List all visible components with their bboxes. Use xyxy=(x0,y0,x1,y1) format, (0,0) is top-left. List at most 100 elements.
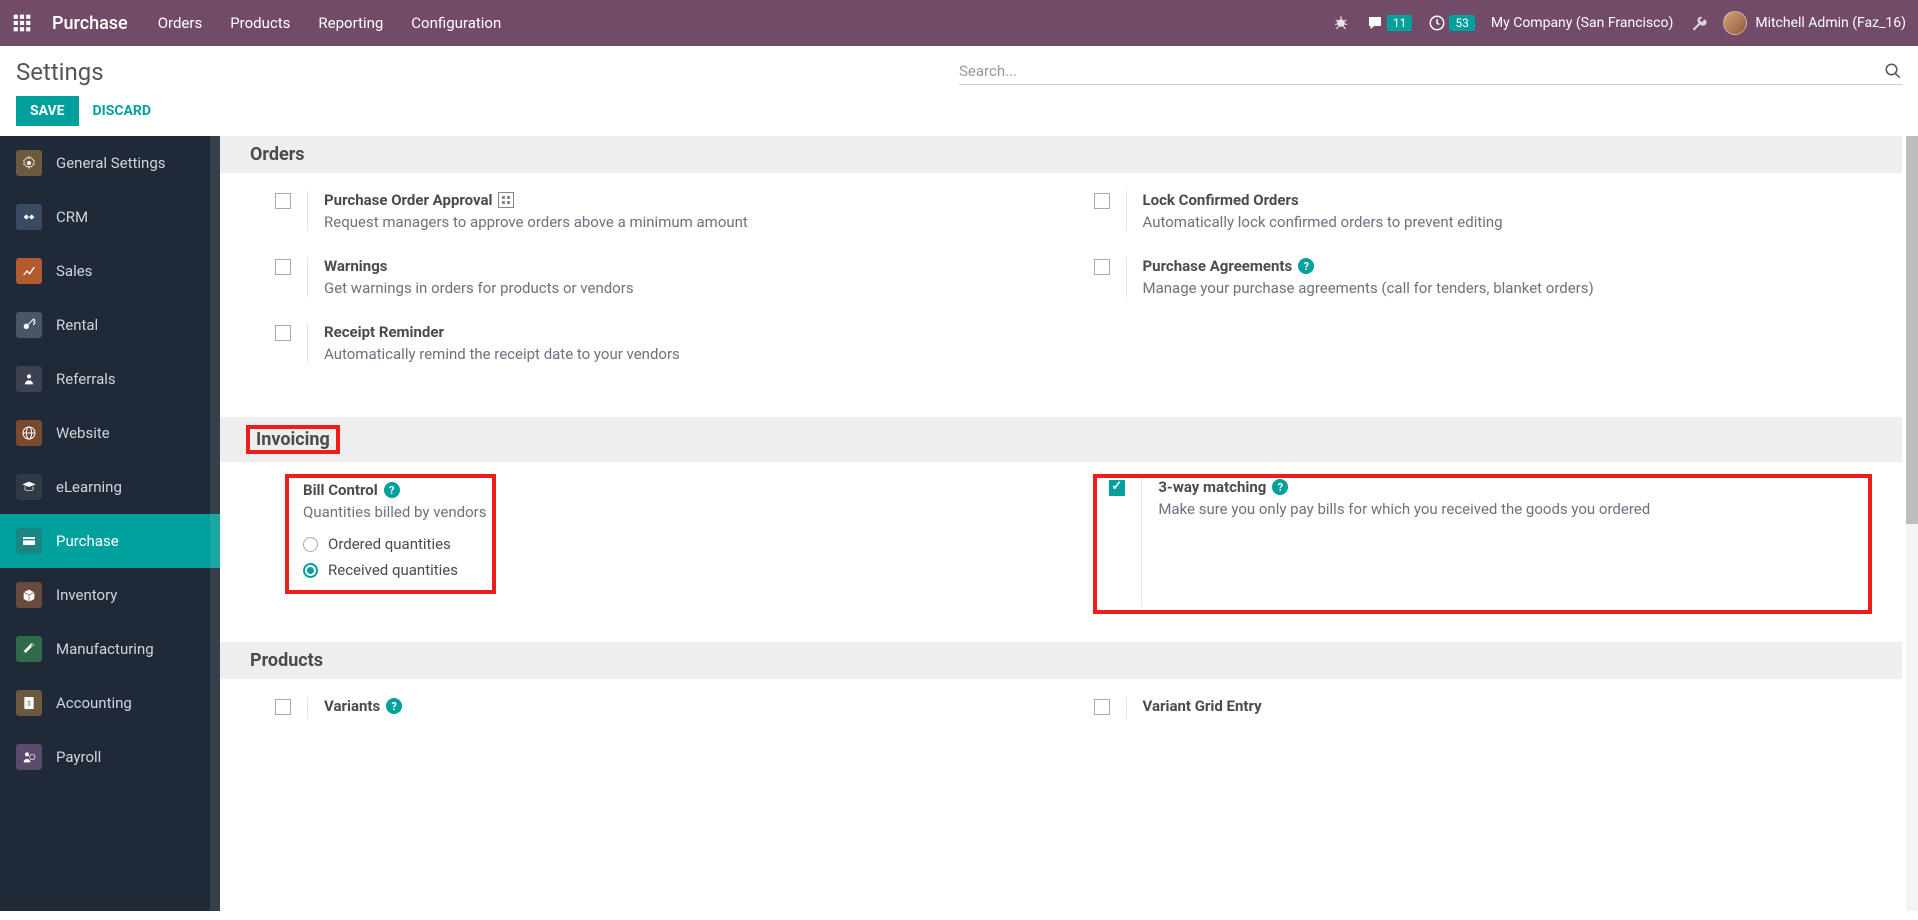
sidebar-item-accounting[interactable]: $ Accounting xyxy=(0,676,220,730)
section-header-invoicing: Invoicing xyxy=(220,417,1902,462)
card-icon xyxy=(16,528,42,554)
checkbox-purchase-agreements[interactable] xyxy=(1094,259,1110,275)
globe-icon xyxy=(16,420,42,446)
discard-button[interactable]: DISCARD xyxy=(93,103,151,119)
content-scrollbar[interactable] xyxy=(1906,136,1918,911)
setting-title: Variants xyxy=(324,697,380,715)
sidebar-item-sales[interactable]: Sales xyxy=(0,244,220,298)
setting-po-approval: Purchase Order Approval Request managers… xyxy=(275,191,1054,257)
page-title: Settings xyxy=(16,58,151,86)
nav-reporting[interactable]: Reporting xyxy=(318,14,383,32)
help-icon[interactable]: ? xyxy=(1298,258,1314,274)
avatar xyxy=(1723,11,1747,35)
sidebar-item-label: Inventory xyxy=(56,586,117,604)
setting-title: Purchase Agreements xyxy=(1143,257,1293,275)
setting-desc: Manage your purchase agreements (call fo… xyxy=(1143,279,1594,297)
setting-title: Warnings xyxy=(324,257,387,275)
checkbox-lock-confirmed[interactable] xyxy=(1094,193,1110,209)
settings-sidebar: General Settings CRM Sales Rental Referr… xyxy=(0,136,220,911)
highlight-bill-control: Bill Control? Quantities billed by vendo… xyxy=(285,474,496,594)
radio-icon xyxy=(303,563,318,578)
sidebar-item-manufacturing[interactable]: Manufacturing xyxy=(0,622,220,676)
people-icon xyxy=(16,366,42,392)
setting-variant-grid: Variant Grid Entry xyxy=(1094,697,1873,745)
company-name[interactable]: My Company (San Francisco) xyxy=(1491,15,1673,31)
setting-3way-matching: 3-way matching? Make sure you only pay b… xyxy=(1093,474,1872,614)
sidebar-item-referrals[interactable]: Referrals xyxy=(0,352,220,406)
help-icon[interactable]: ? xyxy=(384,482,400,498)
setting-purchase-agreements: Purchase Agreements? Manage your purchas… xyxy=(1094,257,1873,323)
nav-orders[interactable]: Orders xyxy=(158,14,203,32)
nav-products[interactable]: Products xyxy=(230,14,290,32)
setting-title: Variant Grid Entry xyxy=(1143,697,1262,715)
setting-title: Lock Confirmed Orders xyxy=(1143,191,1299,209)
help-icon[interactable]: ? xyxy=(386,698,402,714)
checkbox-receipt-reminder[interactable] xyxy=(275,325,291,341)
invoice-icon: $ xyxy=(16,690,42,716)
sidebar-item-label: Payroll xyxy=(56,748,101,766)
gear-icon xyxy=(16,150,42,176)
setting-desc: Request managers to approve orders above… xyxy=(324,213,748,231)
sidebar-item-label: General Settings xyxy=(56,154,166,172)
sidebar-item-crm[interactable]: CRM xyxy=(0,190,220,244)
setting-title: Receipt Reminder xyxy=(324,323,444,341)
pay-icon xyxy=(16,744,42,770)
sidebar-item-label: Website xyxy=(56,424,110,442)
setting-desc: Make sure you only pay bills for which y… xyxy=(1158,500,1650,518)
settings-content: Orders Purchase Order Approval Request m… xyxy=(220,136,1918,911)
sidebar-item-payroll[interactable]: Payroll xyxy=(0,730,220,784)
setting-title: Purchase Order Approval xyxy=(324,191,492,209)
clock-icon xyxy=(1428,14,1446,32)
save-button[interactable]: SAVE xyxy=(16,96,79,126)
checkbox-3way-matching[interactable] xyxy=(1109,480,1125,496)
chart-icon xyxy=(16,258,42,284)
sidebar-item-elearning[interactable]: eLearning xyxy=(0,460,220,514)
radio-icon xyxy=(303,537,318,552)
search-icon[interactable] xyxy=(1884,62,1902,80)
setting-bill-control: Bill Control? Quantities billed by vendo… xyxy=(275,480,1053,614)
activities-button[interactable]: 53 xyxy=(1428,14,1475,32)
graduation-icon xyxy=(16,474,42,500)
nav-configuration[interactable]: Configuration xyxy=(411,14,501,32)
radio-ordered-quantities[interactable]: Ordered quantities xyxy=(303,535,486,553)
messages-button[interactable]: 11 xyxy=(1366,14,1413,32)
setting-desc: Automatically remind the receipt date to… xyxy=(324,345,680,363)
enterprise-icon xyxy=(498,192,514,208)
wrench-icon[interactable] xyxy=(1689,14,1707,32)
wrench-icon xyxy=(16,636,42,662)
user-menu[interactable]: Mitchell Admin (Faz_16) xyxy=(1723,11,1906,35)
sidebar-item-inventory[interactable]: Inventory xyxy=(0,568,220,622)
sidebar-item-label: eLearning xyxy=(56,478,122,496)
sidebar-item-label: Purchase xyxy=(56,532,119,550)
setting-receipt-reminder: Receipt Reminder Automatically remind th… xyxy=(275,323,1054,389)
box-icon xyxy=(16,582,42,608)
checkbox-variant-grid[interactable] xyxy=(1094,699,1110,715)
radio-label: Received quantities xyxy=(328,561,458,579)
sidebar-scrollbar[interactable] xyxy=(210,136,220,911)
search-input[interactable] xyxy=(959,62,1884,80)
sidebar-item-label: CRM xyxy=(56,208,88,226)
topbar: Purchase Orders Products Reporting Confi… xyxy=(0,0,1918,46)
sidebar-item-label: Accounting xyxy=(56,694,132,712)
search-bar xyxy=(959,58,1902,85)
app-title[interactable]: Purchase xyxy=(52,13,128,34)
sidebar-item-website[interactable]: Website xyxy=(0,406,220,460)
sidebar-item-rental[interactable]: Rental xyxy=(0,298,220,352)
checkbox-warnings[interactable] xyxy=(275,259,291,275)
setting-desc: Automatically lock confirmed orders to p… xyxy=(1143,213,1503,231)
radio-received-quantities[interactable]: Received quantities xyxy=(303,561,486,579)
setting-title: Bill Control xyxy=(303,481,378,499)
bug-icon[interactable] xyxy=(1332,14,1350,32)
message-badge: 11 xyxy=(1387,15,1413,31)
setting-desc: Quantities billed by vendors xyxy=(303,503,486,521)
checkbox-po-approval[interactable] xyxy=(275,193,291,209)
setting-warnings: Warnings Get warnings in orders for prod… xyxy=(275,257,1054,323)
control-panel: Settings SAVE DISCARD xyxy=(0,46,1918,136)
apps-icon[interactable] xyxy=(12,13,32,33)
sidebar-item-purchase[interactable]: Purchase xyxy=(0,514,220,568)
activities-badge: 53 xyxy=(1449,15,1475,31)
topbar-right: 11 53 My Company (San Francisco) Mitchel… xyxy=(1332,11,1906,35)
help-icon[interactable]: ? xyxy=(1272,479,1288,495)
checkbox-variants[interactable] xyxy=(275,699,291,715)
sidebar-item-general[interactable]: General Settings xyxy=(0,136,220,190)
